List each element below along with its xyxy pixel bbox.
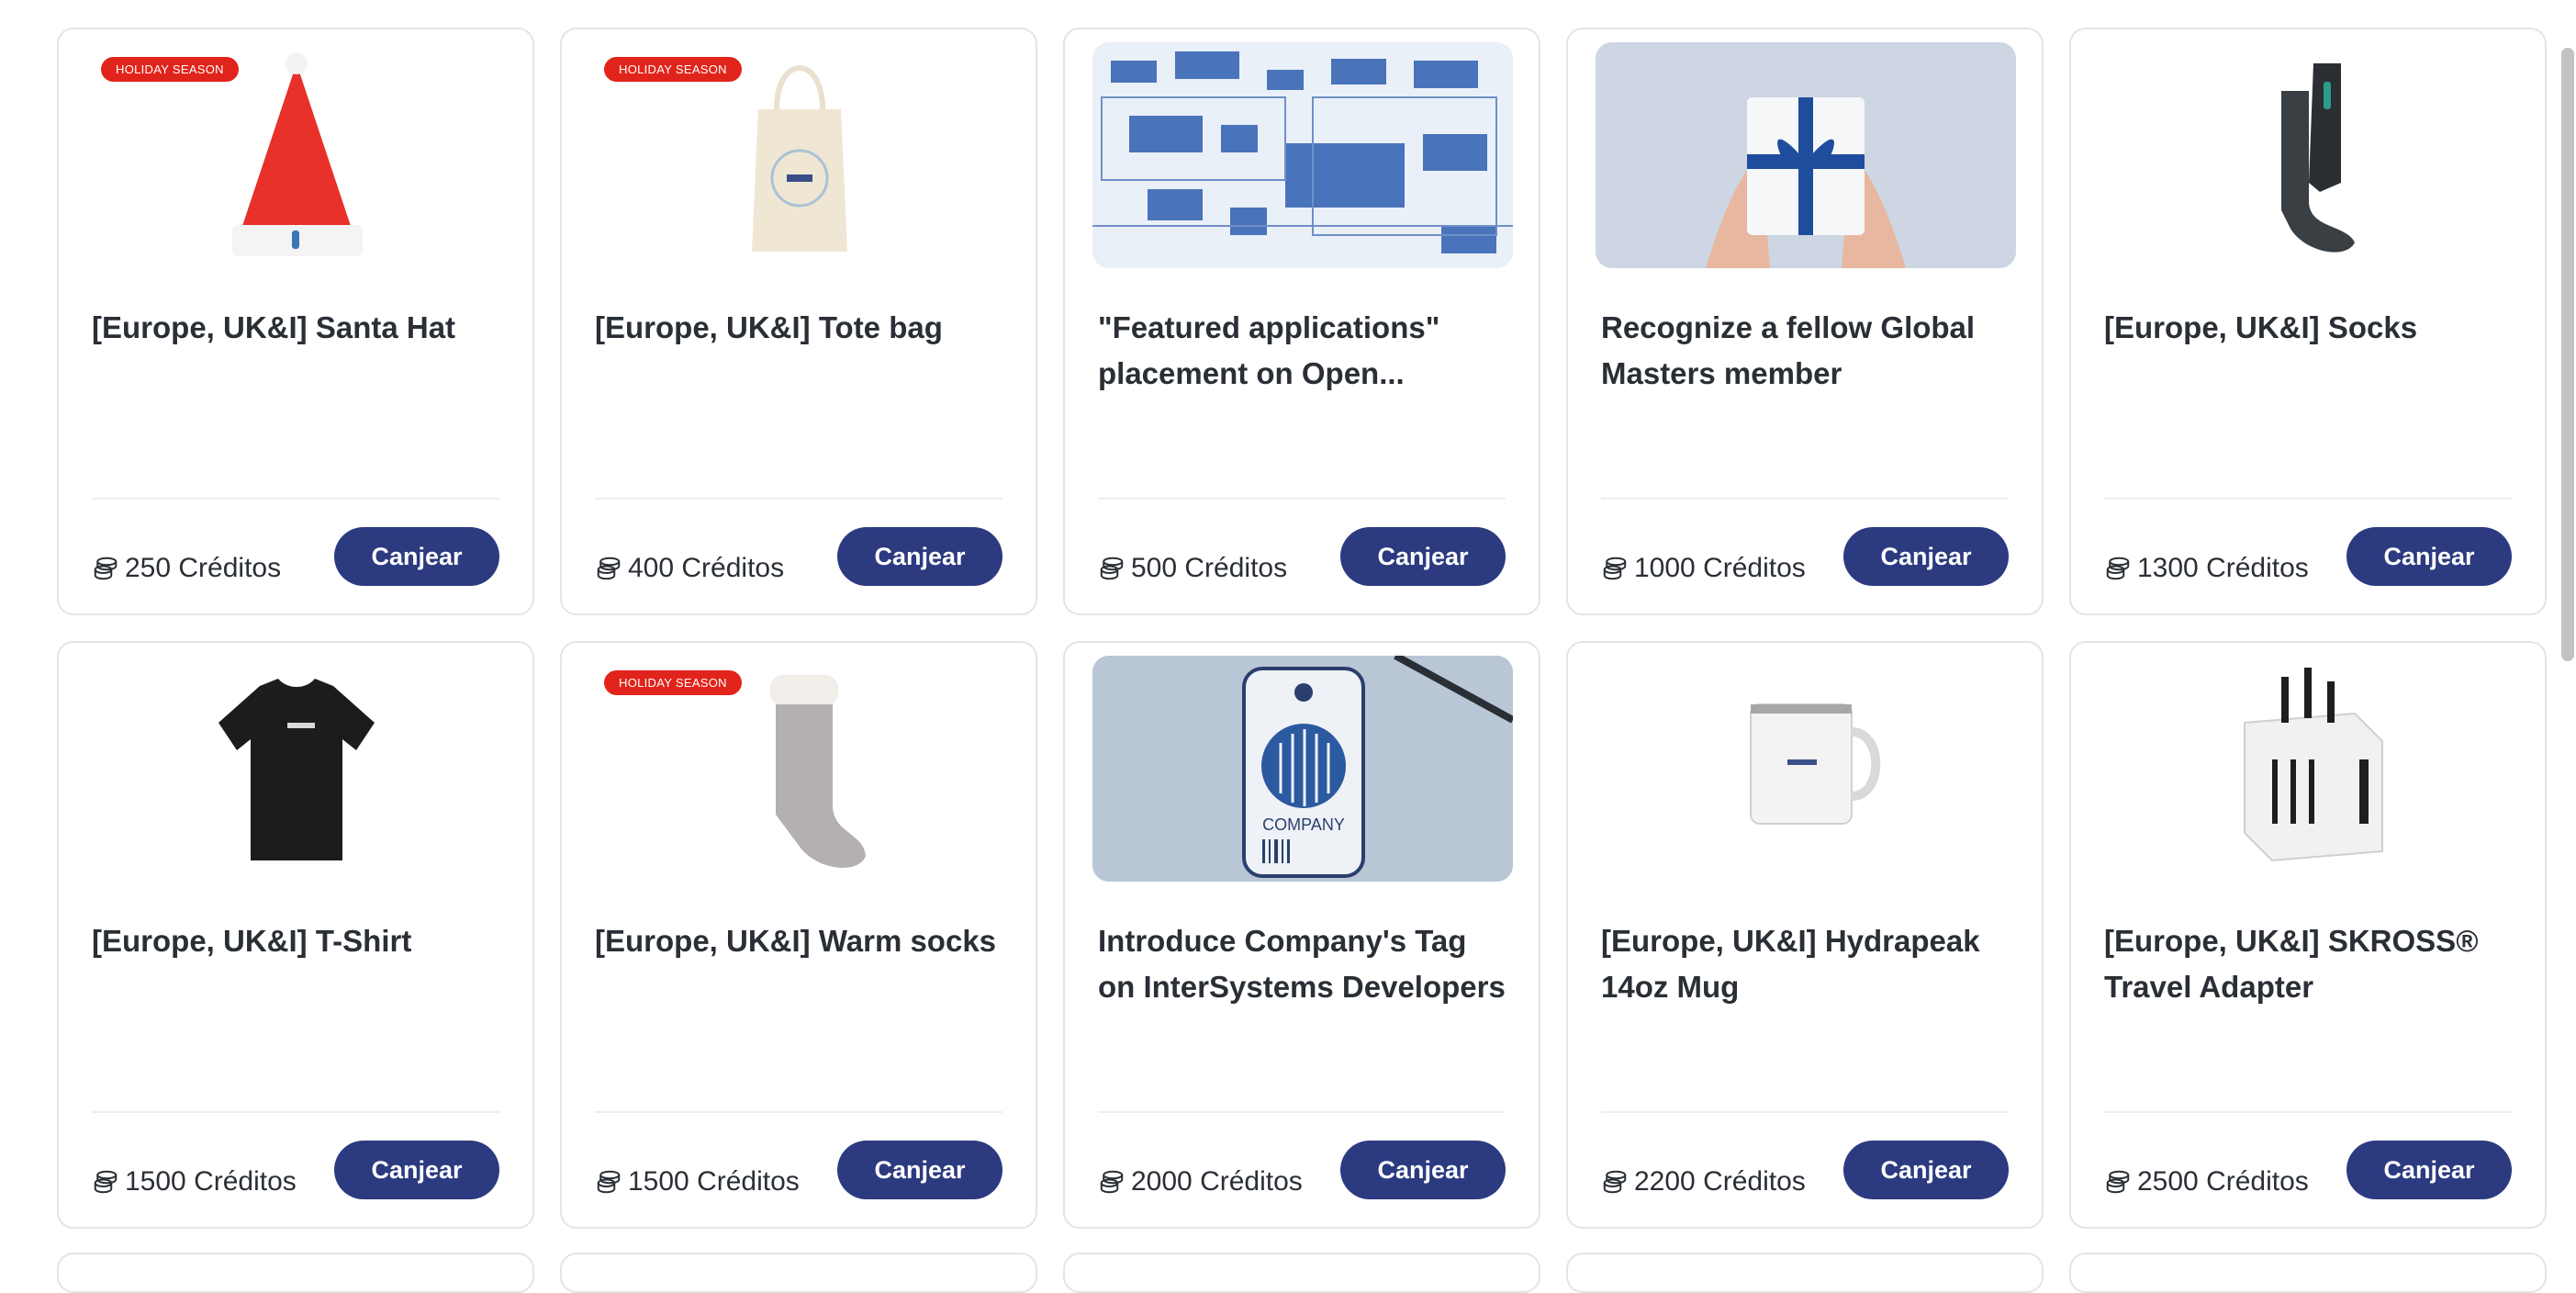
reward-price: 1500 Créditos: [595, 1166, 800, 1197]
divider: [1098, 498, 1506, 500]
redeem-button[interactable]: Canjear: [2346, 1141, 2512, 1199]
divider: [2104, 1111, 2512, 1113]
reward-card-partial[interactable]: [1566, 1253, 2044, 1293]
reward-card[interactable]: "Featured applications" placement on Ope…: [1063, 28, 1540, 615]
reward-card-partial[interactable]: [560, 1253, 1037, 1293]
price-label: 2200 Créditos: [1634, 1166, 1806, 1197]
reward-title: "Featured applications" placement on Ope…: [1098, 310, 1440, 390]
redeem-button[interactable]: Canjear: [1843, 527, 2009, 586]
reward-title: [Europe, UK&I] Tote bag: [595, 310, 943, 344]
coins-icon: [2106, 557, 2130, 580]
reward-card[interactable]: [Europe, UK&I] Socks 1300 Créditos Canje…: [2069, 28, 2547, 615]
price-label: 400 Créditos: [628, 553, 785, 583]
coins-icon: [2106, 1170, 2130, 1194]
price-label: 1500 Créditos: [628, 1166, 800, 1197]
divider: [595, 1111, 1002, 1113]
redeem-button[interactable]: Canjear: [334, 1141, 499, 1199]
holiday-badge: HOLIDAY SEASON: [604, 670, 742, 695]
reward-card[interactable]: COMPANY Introduce Company's Tag on Inter…: [1063, 641, 1540, 1229]
coins-icon: [1100, 1170, 1124, 1194]
coins-icon: [94, 1170, 118, 1194]
gift-box-image: [1596, 42, 2016, 268]
reward-card-partial[interactable]: [57, 1253, 534, 1293]
reward-price: 250 Créditos: [92, 553, 281, 584]
reward-price: 500 Créditos: [1098, 553, 1287, 584]
redeem-button[interactable]: Canjear: [837, 527, 1002, 586]
company-tag-text: COMPANY: [1262, 815, 1345, 834]
reward-card[interactable]: HOLIDAY SEASON [Europe, UK&I] Santa Hat …: [57, 28, 534, 615]
redeem-button[interactable]: Canjear: [1340, 527, 1506, 586]
reward-title: [Europe, UK&I] T-Shirt: [92, 924, 412, 958]
reward-price: 2000 Créditos: [1098, 1166, 1303, 1197]
divider: [92, 1111, 499, 1113]
price-label: 1300 Créditos: [2137, 553, 2309, 583]
next-row-cards: [57, 1253, 2547, 1293]
price-label: 2000 Créditos: [1131, 1166, 1303, 1197]
redeem-button[interactable]: Canjear: [837, 1141, 1002, 1199]
price-label: 2500 Créditos: [2137, 1166, 2309, 1197]
divider: [595, 498, 1002, 500]
coins-icon: [597, 557, 621, 580]
holiday-badge: HOLIDAY SEASON: [604, 57, 742, 82]
price-label: 250 Créditos: [125, 553, 282, 583]
coins-icon: [94, 557, 118, 580]
reward-title: [Europe, UK&I] Santa Hat: [92, 310, 456, 344]
company-tag-image: COMPANY: [1092, 656, 1513, 882]
coins-icon: [1100, 557, 1124, 580]
price-label: 1000 Créditos: [1634, 553, 1806, 583]
reward-title: [Europe, UK&I] Hydrapeak 14oz Mug: [1601, 924, 1980, 1004]
reward-title: Recognize a fellow Global Masters member: [1601, 310, 1976, 390]
reward-title: [Europe, UK&I] SKROSS® Travel Adapter: [2104, 924, 2479, 1004]
reward-card-partial[interactable]: [1063, 1253, 1540, 1293]
divider: [1601, 498, 2009, 500]
socks-image: [2099, 42, 2519, 268]
mug-image: [1596, 656, 2016, 882]
blueprint-image: [1092, 42, 1513, 268]
divider: [2104, 498, 2512, 500]
reward-card[interactable]: HOLIDAY SEASON [Europe, UK&I] Tote bag 4…: [560, 28, 1037, 615]
reward-card[interactable]: [Europe, UK&I] T-Shirt 1500 Créditos Can…: [57, 641, 534, 1229]
reward-price: 2500 Créditos: [2104, 1166, 2309, 1197]
scrollbar[interactable]: [2561, 48, 2574, 661]
coins-icon: [1603, 1170, 1627, 1194]
coins-icon: [597, 1170, 621, 1194]
redeem-button[interactable]: Canjear: [2346, 527, 2512, 586]
reward-price: 1500 Créditos: [92, 1166, 297, 1197]
reward-title: Introduce Company's Tag on InterSystems …: [1098, 924, 1506, 1004]
t-shirt-image: [86, 656, 507, 882]
reward-price: 1000 Créditos: [1601, 553, 1806, 584]
price-label: 500 Créditos: [1131, 553, 1288, 583]
redeem-button[interactable]: Canjear: [1340, 1141, 1506, 1199]
reward-price: 2200 Créditos: [1601, 1166, 1806, 1197]
reward-card[interactable]: HOLIDAY SEASON [Europe, UK&I] Warm socks…: [560, 641, 1037, 1229]
reward-card[interactable]: [Europe, UK&I] SKROSS® Travel Adapter 25…: [2069, 641, 2547, 1229]
rewards-grid: HOLIDAY SEASON [Europe, UK&I] Santa Hat …: [57, 28, 2547, 1229]
divider: [1098, 1111, 1506, 1113]
divider: [1601, 1111, 2009, 1113]
redeem-button[interactable]: Canjear: [334, 527, 499, 586]
travel-adapter-image: [2099, 656, 2519, 882]
reward-card[interactable]: Recognize a fellow Global Masters member…: [1566, 28, 2044, 615]
reward-title: [Europe, UK&I] Socks: [2104, 310, 2418, 344]
price-label: 1500 Créditos: [125, 1166, 297, 1197]
divider: [92, 498, 499, 500]
reward-price: 1300 Créditos: [2104, 553, 2309, 584]
holiday-badge: HOLIDAY SEASON: [101, 57, 239, 82]
reward-price: 400 Créditos: [595, 553, 784, 584]
reward-card[interactable]: [Europe, UK&I] Hydrapeak 14oz Mug 2200 C…: [1566, 641, 2044, 1229]
redeem-button[interactable]: Canjear: [1843, 1141, 2009, 1199]
reward-card-partial[interactable]: [2069, 1253, 2547, 1293]
coins-icon: [1603, 557, 1627, 580]
reward-title: [Europe, UK&I] Warm socks: [595, 924, 997, 958]
